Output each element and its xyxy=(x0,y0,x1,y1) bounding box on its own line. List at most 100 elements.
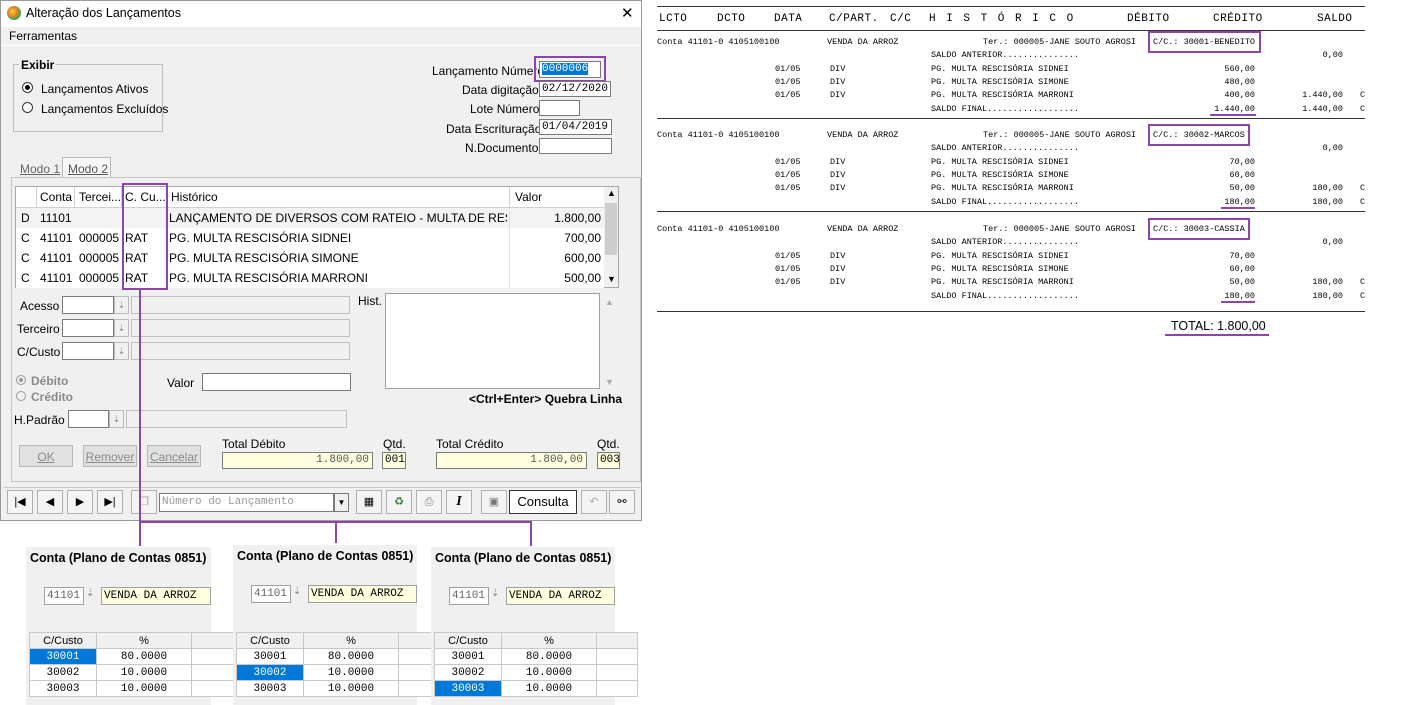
n-documento-input[interactable] xyxy=(539,138,612,154)
grid-row[interactable]: C 41101 000005 RAT PG. MULTA RESCISÓRIA SIMO… xyxy=(16,248,604,268)
grid-cell-historico: PG. MULTA RESCISÓRIA SIDNEI xyxy=(169,231,352,245)
report-saldo-anterior: SALDO ANTERIOR............... xyxy=(931,50,1079,60)
panel-ccusto-table[interactable]: C/Custo% 30001 80.0000 30002 10.0000 30003 10.… xyxy=(434,632,638,697)
copy-icon[interactable]: ❐ xyxy=(131,490,157,514)
acesso-lookup-icon[interactable]: ⇣ xyxy=(114,296,129,314)
panel-conta-input[interactable]: 41101 xyxy=(449,587,489,605)
hist-scroll-down-icon[interactable]: ▼ xyxy=(605,377,614,387)
recycle-icon[interactable]: ♻ xyxy=(386,490,412,514)
grid-header-historico[interactable]: Histórico xyxy=(171,190,218,204)
scroll-up-icon[interactable]: ▲ xyxy=(607,188,616,198)
panel-row[interactable]: 30001 80.0000 xyxy=(236,648,440,665)
panel-cell-ccusto[interactable]: 30001 xyxy=(236,648,304,665)
print-icon[interactable]: ⎙ xyxy=(416,490,442,514)
grid-sep xyxy=(509,268,510,288)
terceiro-input[interactable] xyxy=(62,319,114,337)
undo-icon[interactable]: ↶ xyxy=(581,490,607,514)
panel-cell-ccusto[interactable]: 30002 xyxy=(434,664,502,681)
hpadrao-input[interactable] xyxy=(68,410,109,428)
tab-modo-1[interactable]: Modo 1 xyxy=(20,162,60,176)
panel-conta-nome: VENDA DA ARROZ xyxy=(308,585,417,603)
panel-cell-ccusto[interactable]: 30003 xyxy=(29,680,97,697)
panel-row[interactable]: 30002 10.0000 xyxy=(236,664,440,681)
panel-conta-input[interactable]: 41101 xyxy=(251,585,291,603)
lote-numero-input[interactable] xyxy=(539,100,580,116)
panel-row[interactable]: 30002 10.0000 xyxy=(434,664,638,681)
panel-lookup-icon[interactable]: ⇣ xyxy=(86,588,94,599)
grid-row[interactable]: C 41101 000005 RAT PG. MULTA RESCISÓRIA MARR… xyxy=(16,268,604,288)
panel-cell-ccusto[interactable]: 30003 xyxy=(236,680,304,697)
ok-button[interactable]: OK xyxy=(19,445,73,467)
report-terceiro: Ter.: 000005-JANE SOUTO AGROSI xyxy=(983,37,1137,47)
report-col-cc: C/C xyxy=(890,13,912,25)
hist-textarea[interactable] xyxy=(385,293,600,389)
panel-lookup-icon[interactable]: ⇣ xyxy=(293,586,301,597)
data-escrituracao-input[interactable]: 01/04/2019 xyxy=(539,119,612,135)
panel-lookup-icon[interactable]: ⇣ xyxy=(491,588,499,599)
ccusto-panel: Conta (Plano de Contas 0851) 41101 ⇣ VENDA … xyxy=(26,547,234,705)
panel-row[interactable]: 30002 10.0000 xyxy=(29,664,234,681)
radio-credito[interactable] xyxy=(16,391,26,401)
panel-row[interactable]: 30003 10.0000 xyxy=(236,680,440,697)
panel-ccusto-table[interactable]: C/Custo% 30001 80.0000 30002 10.0000 30003 10.… xyxy=(29,632,234,697)
data-digitacao-input[interactable]: 02/12/2020 xyxy=(539,81,611,97)
grid-header-terceiro[interactable]: Tercei... xyxy=(79,190,121,204)
lancamento-search-input[interactable]: Número do Lançamento xyxy=(159,493,334,512)
italic-icon[interactable]: I xyxy=(446,490,472,514)
panel-col-ccusto: C/Custo xyxy=(434,632,502,649)
exibir-group xyxy=(13,64,163,132)
highlight-ccusto-column xyxy=(122,183,168,290)
report-col-lcto: LCTO xyxy=(659,13,688,25)
panel-row[interactable]: 30001 80.0000 xyxy=(29,648,234,665)
last-record-icon[interactable]: ▶| xyxy=(97,490,123,514)
grid-header-valor[interactable]: Valor xyxy=(515,190,542,204)
radio-ativos[interactable] xyxy=(22,82,33,93)
remover-button[interactable]: Remover xyxy=(83,445,137,467)
cancelar-button[interactable]: Cancelar xyxy=(147,445,201,467)
report-line-credito: 50,00 xyxy=(1229,277,1255,287)
acesso-input[interactable] xyxy=(62,296,114,314)
first-record-icon[interactable]: |◀ xyxy=(7,490,33,514)
panel-cell-ccusto[interactable]: 30001 xyxy=(29,648,97,665)
scroll-down-icon[interactable]: ▼ xyxy=(607,274,616,284)
panel-cell-ccusto[interactable]: 30003 xyxy=(434,680,502,697)
grid-row[interactable]: C 41101 000005 RAT PG. MULTA RESCISÓRIA SIDN… xyxy=(16,228,604,248)
tab-modo-2[interactable]: Modo 2 xyxy=(62,157,111,178)
total-underline xyxy=(1165,334,1269,336)
report-saldo-anterior-value: 0,00 xyxy=(1322,237,1343,247)
valor-input[interactable] xyxy=(202,373,351,391)
report-line-credito: 560,00 xyxy=(1224,64,1255,74)
grid-scrollbar[interactable]: ▲ ▼ xyxy=(604,187,618,287)
radio-excluidos[interactable] xyxy=(22,102,33,113)
report-line-historico: PG. MULTA RESCISÓRIA SIMONE xyxy=(931,170,1069,180)
panel-cell-ccusto[interactable]: 30002 xyxy=(29,664,97,681)
grid-row[interactable]: D 11101 LANÇAMENTO DE DIVERSOS COM RATEIO … xyxy=(16,208,604,228)
binoculars-icon[interactable]: ⚯ xyxy=(609,490,635,514)
next-record-icon[interactable]: ▶ xyxy=(67,490,93,514)
report-icon[interactable]: ▦ xyxy=(356,490,382,514)
report-saldo-final-dc: C xyxy=(1360,197,1366,207)
radio-debito[interactable] xyxy=(16,375,26,385)
panel-cell-extra xyxy=(596,648,638,665)
hist-scroll-up-icon[interactable]: ▲ xyxy=(605,297,614,307)
panel-row[interactable]: 30003 10.0000 xyxy=(434,680,638,697)
prev-record-icon[interactable]: ◀ xyxy=(37,490,63,514)
panel-cell-ccusto[interactable]: 30001 xyxy=(434,648,502,665)
hpadrao-lookup-icon[interactable]: ⇣ xyxy=(109,410,124,428)
panel-cell-ccusto[interactable]: 30002 xyxy=(236,664,304,681)
ccusto-lookup-icon[interactable]: ⇣ xyxy=(114,342,129,360)
panel-row[interactable]: 30003 10.0000 xyxy=(29,680,234,697)
menu-ferramentas[interactable]: Ferramentas xyxy=(9,29,77,43)
close-icon[interactable]: ✕ xyxy=(621,4,634,22)
report-line-data: 01/05 xyxy=(775,170,801,180)
search-dropdown-icon[interactable]: ▼ xyxy=(334,493,349,512)
panel-row[interactable]: 30001 80.0000 xyxy=(434,648,638,665)
report-line-historico: PG. MULTA RESCISÓRIA SIDNEI xyxy=(931,157,1069,167)
grid-header-conta[interactable]: Conta xyxy=(40,190,72,204)
ccusto-input[interactable] xyxy=(62,342,114,360)
panel-conta-input[interactable]: 41101 xyxy=(44,587,84,605)
save-icon[interactable]: ▣ xyxy=(481,490,507,514)
terceiro-lookup-icon[interactable]: ⇣ xyxy=(114,319,129,337)
panel-ccusto-table[interactable]: C/Custo% 30001 80.0000 30002 10.0000 30003 10.… xyxy=(236,632,440,697)
scroll-thumb[interactable] xyxy=(605,203,617,255)
